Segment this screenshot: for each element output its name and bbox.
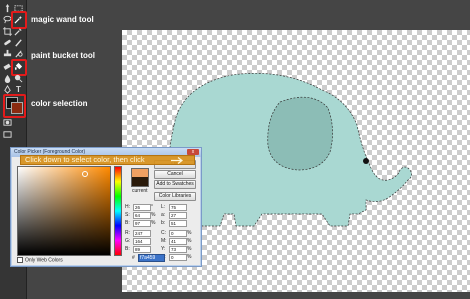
y-label: Y: — [161, 246, 166, 252]
crop-icon[interactable] — [3, 27, 12, 36]
k-input[interactable]: 0 — [169, 254, 187, 261]
current-label: current — [132, 188, 148, 194]
color-picker-dialog: Color Picker (Foreground Color) x curren… — [10, 147, 202, 267]
m-unit: % — [187, 238, 192, 244]
color-selection-annotation: color selection — [31, 99, 88, 108]
b-unit: % — [151, 220, 156, 226]
r-input[interactable]: 247 — [133, 230, 151, 237]
color-field-cursor[interactable] — [82, 171, 88, 177]
healing-icon[interactable] — [3, 38, 12, 47]
eyedropper-icon[interactable] — [14, 27, 23, 36]
c-input[interactable]: 0 — [169, 230, 187, 237]
blur-icon[interactable] — [3, 74, 12, 83]
arrow-right-icon — [171, 157, 183, 164]
c-unit: % — [187, 230, 192, 236]
y-input[interactable]: 73 — [169, 246, 187, 253]
b-input[interactable]: 97 — [133, 220, 151, 227]
g-label: G: — [125, 238, 131, 244]
b-label: B: — [125, 220, 130, 226]
l-input[interactable]: 75 — [169, 204, 187, 211]
m-label: M: — [161, 238, 167, 244]
h-label: H: — [125, 204, 130, 210]
hue-slider[interactable] — [114, 166, 122, 256]
cancel-button[interactable]: Cancel — [154, 170, 196, 179]
s-input[interactable]: 64 — [133, 212, 151, 219]
only-web-colors-label: Only Web Colors — [25, 257, 63, 264]
screen-mode-icon[interactable] — [3, 130, 12, 139]
current-color-swatch[interactable] — [131, 177, 149, 187]
a-label: a: — [161, 212, 166, 218]
g-input[interactable]: 164 — [133, 238, 151, 245]
color-field[interactable] — [17, 166, 111, 256]
quick-mask-icon[interactable] — [3, 118, 12, 127]
instruction-text: Click down to select color, then click — [25, 155, 145, 164]
brush-icon[interactable] — [14, 38, 23, 47]
l-label: L: — [161, 204, 166, 210]
hex-input[interactable]: f7a459 — [138, 254, 165, 262]
h-input[interactable]: 26 — [133, 204, 151, 211]
s-label: S: — [125, 212, 130, 218]
s-unit: % — [151, 212, 156, 218]
lab-b-input[interactable]: 51 — [169, 220, 187, 227]
only-web-colors-checkbox[interactable]: Only Web Colors — [17, 257, 63, 263]
color-libraries-button[interactable]: Color Libraries — [154, 192, 196, 201]
paint-bucket-annotation: paint bucket tool — [31, 51, 95, 60]
color-selection-highlight — [3, 94, 26, 118]
instruction-callout: Click down to select color, then click — [20, 155, 195, 165]
blue-input[interactable]: 89 — [133, 246, 151, 253]
history-brush-icon[interactable] — [14, 49, 23, 58]
a-input[interactable]: 27 — [169, 212, 187, 219]
stamp-icon[interactable] — [3, 49, 12, 58]
y-unit: % — [187, 246, 192, 252]
r-label: R: — [125, 230, 130, 236]
pen-icon[interactable] — [3, 85, 12, 94]
c-label: C: — [161, 230, 166, 236]
checkbox-box[interactable] — [17, 257, 23, 263]
h-unit: ° — [151, 204, 153, 210]
magic-wand-annotation: magic wand tool — [31, 15, 94, 24]
m-input[interactable]: 41 — [169, 238, 187, 245]
type-icon[interactable]: T — [14, 85, 23, 94]
blue-label: B: — [125, 246, 130, 252]
dodge-icon[interactable] — [14, 74, 23, 83]
k-unit: % — [187, 254, 192, 260]
add-to-swatches-button[interactable]: Add to Swatches — [154, 180, 196, 189]
hex-label: # — [132, 255, 135, 261]
lab-b-label: b: — [161, 220, 166, 226]
